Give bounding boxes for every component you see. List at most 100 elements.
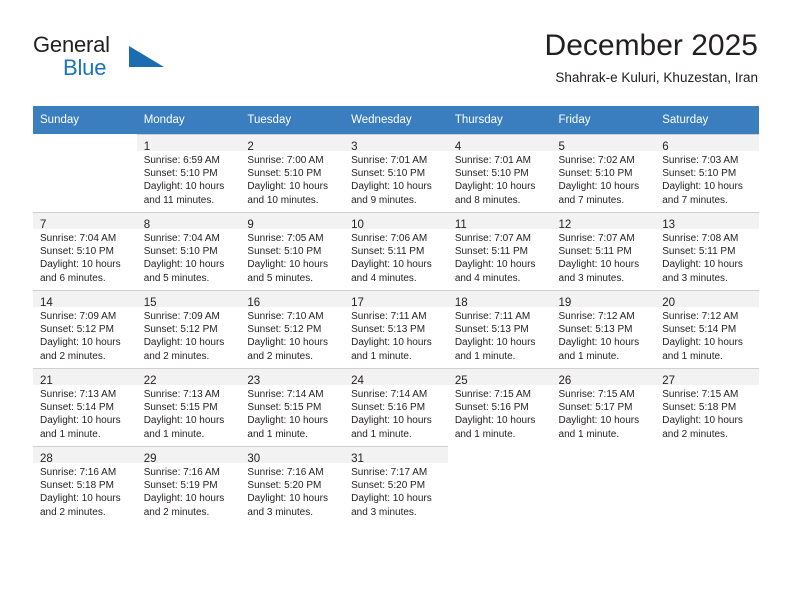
calendar-day-cell[interactable]: 15 Sunrise: 7:09 AM Sunset: 5:12 PM Dayligh…	[136, 290, 241, 363]
calendar-day-cell[interactable]: 9 Sunrise: 7:05 AM Sunset: 5:10 PM Daylight…	[240, 212, 345, 284]
day-sunrise-text: Sunrise: 7:14 AM	[247, 389, 324, 400]
calendar-week-row: 7 Sunrise: 7:04 AM Sunset: 5:10 PM Daylight…	[33, 212, 759, 284]
day-number: 18	[454, 297, 468, 309]
day-number-band: 8	[136, 213, 241, 231]
day-number-band: 29	[136, 447, 241, 465]
day-cell-content: 21 Sunrise: 7:13 AM Sunset: 5:14 PM Dayligh…	[33, 368, 137, 440]
day-number: 13	[662, 219, 676, 231]
calendar-day-cell[interactable]: 16 Sunrise: 7:10 AM Sunset: 5:12 PM Dayligh…	[240, 290, 345, 362]
day-daylight2-text: and 7 minutes.	[558, 194, 625, 206]
calendar-header-row: Sunday Monday Tuesday Wednesday Thursday…	[33, 106, 759, 134]
calendar-day-cell[interactable]: 29 Sunrise: 7:16 AM Sunset: 5:19 PM Dayligh…	[136, 446, 241, 519]
calendar-day-cell[interactable]: 30 Sunrise: 7:16 AM Sunset: 5:20 PM Dayligh…	[240, 446, 345, 519]
calendar-day-cell[interactable]: 21 Sunrise: 7:13 AM Sunset: 5:14 PM Dayligh…	[33, 368, 137, 440]
calendar-day-cell[interactable]: 4 Sunrise: 7:01 AM Sunset: 5:10 PM Daylight…	[447, 134, 552, 206]
day-sunrise-text: Sunrise: 7:12 AM	[662, 311, 739, 322]
calendar-day-cell[interactable]: 1 Sunrise: 6:59 AM Sunset: 5:10 PM Daylight…	[136, 134, 241, 206]
day-sunset-text: Sunset: 5:19 PM	[143, 480, 218, 492]
day-cell-content: 18 Sunrise: 7:11 AM Sunset: 5:13 PM Dayligh…	[447, 290, 552, 362]
day-number: 23	[247, 375, 261, 387]
day-number: 19	[558, 297, 572, 309]
day-number-band: 13	[655, 213, 759, 231]
calendar-day-cell[interactable]: 31 Sunrise: 7:17 AM Sunset: 5:20 PM Dayligh…	[344, 446, 448, 518]
calendar-day-cell[interactable]: 13 Sunrise: 7:08 AM Sunset: 5:11 PM Dayligh…	[655, 212, 759, 284]
day-sunrise-text: Sunrise: 7:00 AM	[247, 155, 324, 166]
day-cell-content: 13 Sunrise: 7:08 AM Sunset: 5:11 PM Dayligh…	[655, 212, 759, 284]
day-number-band: 7	[33, 213, 137, 231]
day-number-band: 4	[447, 135, 552, 153]
calendar-day-cell[interactable]: 25 Sunrise: 7:15 AM Sunset: 5:16 PM Dayligh…	[447, 368, 552, 440]
day-number: 14	[40, 297, 53, 309]
day-sun-info: Sunrise: 7:09 AM Sunset: 5:12 PM Daylight:…	[137, 307, 241, 363]
day-daylight1-text: Daylight: 10 hours	[558, 259, 640, 271]
calendar-day-cell[interactable]: 5 Sunrise: 7:02 AM Sunset: 5:10 PM Daylight…	[551, 134, 656, 207]
day-daylight1-text: Daylight: 10 hours	[351, 259, 432, 271]
day-number-band: 1	[136, 135, 241, 153]
calendar-day-cell[interactable]: 28 Sunrise: 7:16 AM Sunset: 5:18 PM Dayligh…	[33, 446, 137, 518]
day-daylight2-text: and 1 minute.	[454, 428, 516, 440]
day-cell-content: 9 Sunrise: 7:05 AM Sunset: 5:10 PM Daylight…	[240, 212, 345, 284]
calendar-day-cell[interactable]: 8 Sunrise: 7:04 AM Sunset: 5:10 PM Daylight…	[136, 212, 241, 284]
calendar-day-cell[interactable]: 22 Sunrise: 7:13 AM Sunset: 5:15 PM Dayligh…	[136, 368, 241, 441]
day-cell-content: 30 Sunrise: 7:16 AM Sunset: 5:20 PM Dayligh…	[240, 446, 345, 519]
day-sun-info: Sunrise: 7:02 AM Sunset: 5:10 PM Daylight:…	[552, 151, 656, 207]
calendar-day-cell[interactable]: 17 Sunrise: 7:11 AM Sunset: 5:13 PM Dayligh…	[344, 290, 448, 362]
day-number-band: 9	[240, 213, 345, 231]
day-sunrise-text: Sunrise: 7:04 AM	[40, 233, 117, 244]
day-cell-content: 17 Sunrise: 7:11 AM Sunset: 5:13 PM Dayligh…	[344, 290, 448, 362]
calendar-day-cell[interactable]: 14 Sunrise: 7:09 AM Sunset: 5:12 PM Dayligh…	[33, 290, 137, 362]
calendar-day-cell[interactable]: 10 Sunrise: 7:06 AM Sunset: 5:11 PM Dayligh…	[344, 212, 448, 284]
day-cell-content: 6 Sunrise: 7:03 AM Sunset: 5:10 PM Daylight…	[655, 134, 759, 206]
calendar-day-cell[interactable]: 27 Sunrise: 7:15 AM Sunset: 5:18 PM Dayligh…	[655, 368, 759, 440]
calendar-day-cell[interactable]: 11 Sunrise: 7:07 AM Sunset: 5:11 PM Dayligh…	[447, 212, 552, 284]
day-sun-info: Sunrise: 7:16 AM Sunset: 5:19 PM Daylight:…	[137, 463, 241, 519]
day-sunset-text: Sunset: 5:11 PM	[662, 246, 736, 258]
calendar-day-cell[interactable]: 2 Sunrise: 7:00 AM Sunset: 5:10 PM Daylight…	[240, 134, 345, 206]
calendar-day-cell[interactable]: 23 Sunrise: 7:14 AM Sunset: 5:15 PM Dayligh…	[240, 368, 345, 440]
day-sunrise-text: Sunrise: 7:11 AM	[351, 311, 427, 322]
day-daylight1-text: Daylight: 10 hours	[351, 181, 432, 193]
day-sunrise-text: Sunrise: 7:08 AM	[662, 233, 739, 244]
day-sunset-text: Sunset: 5:13 PM	[454, 324, 529, 336]
day-number: 22	[143, 375, 157, 387]
day-sun-info: Sunrise: 7:16 AM Sunset: 5:20 PM Daylight:…	[240, 463, 344, 519]
day-cell-content: 27 Sunrise: 7:15 AM Sunset: 5:18 PM Dayligh…	[655, 368, 759, 440]
day-number: 5	[558, 141, 565, 153]
day-sunrise-text: Sunrise: 7:14 AM	[351, 389, 428, 400]
day-sunrise-text: Sunrise: 7:16 AM	[247, 467, 324, 478]
day-daylight1-text: Daylight: 10 hours	[454, 415, 536, 427]
weekday-header-saturday: Saturday	[655, 106, 759, 134]
day-sunset-text: Sunset: 5:12 PM	[143, 324, 218, 336]
day-daylight2-text: and 11 minutes.	[143, 194, 215, 206]
calendar-day-cell[interactable]: 24 Sunrise: 7:14 AM Sunset: 5:16 PM Dayligh…	[344, 368, 448, 440]
day-cell-content: 28 Sunrise: 7:16 AM Sunset: 5:18 PM Dayligh…	[33, 446, 137, 518]
day-number-band: 30	[240, 447, 345, 465]
day-sun-info: Sunrise: 7:12 AM Sunset: 5:14 PM Daylight:…	[655, 307, 759, 363]
day-number-band: 21	[33, 369, 137, 387]
day-daylight1-text: Daylight: 10 hours	[558, 415, 640, 427]
calendar-day-cell[interactable]: 26 Sunrise: 7:15 AM Sunset: 5:17 PM Dayligh…	[551, 368, 656, 440]
day-cell-content: 1 Sunrise: 6:59 AM Sunset: 5:10 PM Daylight…	[136, 134, 241, 206]
calendar-day-cell[interactable]: 19 Sunrise: 7:12 AM Sunset: 5:13 PM Dayligh…	[551, 290, 656, 362]
day-daylight2-text: and 1 minute.	[454, 350, 516, 362]
day-sunset-text: Sunset: 5:20 PM	[351, 480, 426, 492]
day-cell-content: 11 Sunrise: 7:07 AM Sunset: 5:11 PM Dayligh…	[447, 212, 552, 284]
calendar-day-cell[interactable]: 12 Sunrise: 7:07 AM Sunset: 5:11 PM Dayligh…	[551, 212, 656, 284]
day-daylight1-text: Daylight: 10 hours	[143, 493, 225, 505]
calendar-day-cell[interactable]: 7 Sunrise: 7:04 AM Sunset: 5:10 PM Daylight…	[33, 212, 137, 284]
calendar-day-cell[interactable]: 6 Sunrise: 7:03 AM Sunset: 5:10 PM Daylight…	[655, 134, 759, 206]
day-sunset-text: Sunset: 5:14 PM	[662, 324, 737, 336]
day-number-band: 16	[240, 291, 345, 309]
weekday-header-tuesday: Tuesday	[240, 106, 345, 134]
calendar-day-cell[interactable]: 20 Sunrise: 7:12 AM Sunset: 5:14 PM Dayligh…	[655, 290, 759, 362]
page-subtitle-location: Shahrak-e Kuluri, Khuzestan, Iran	[555, 70, 758, 85]
calendar-week-row: 14 Sunrise: 7:09 AM Sunset: 5:12 PM Dayligh…	[33, 290, 759, 362]
day-daylight2-text: and 6 minutes.	[40, 272, 106, 284]
day-sun-info: Sunrise: 7:13 AM Sunset: 5:15 PM Daylight:…	[137, 385, 241, 441]
day-daylight1-text: Daylight: 10 hours	[247, 337, 329, 349]
day-cell-content: 16 Sunrise: 7:10 AM Sunset: 5:12 PM Dayligh…	[240, 290, 345, 362]
calendar-day-cell[interactable]: 18 Sunrise: 7:11 AM Sunset: 5:13 PM Dayligh…	[447, 290, 552, 362]
day-daylight1-text: Daylight: 10 hours	[247, 493, 329, 505]
calendar-day-cell[interactable]: 3 Sunrise: 7:01 AM Sunset: 5:10 PM Daylight…	[344, 134, 448, 206]
day-number-band: 15	[136, 291, 241, 309]
